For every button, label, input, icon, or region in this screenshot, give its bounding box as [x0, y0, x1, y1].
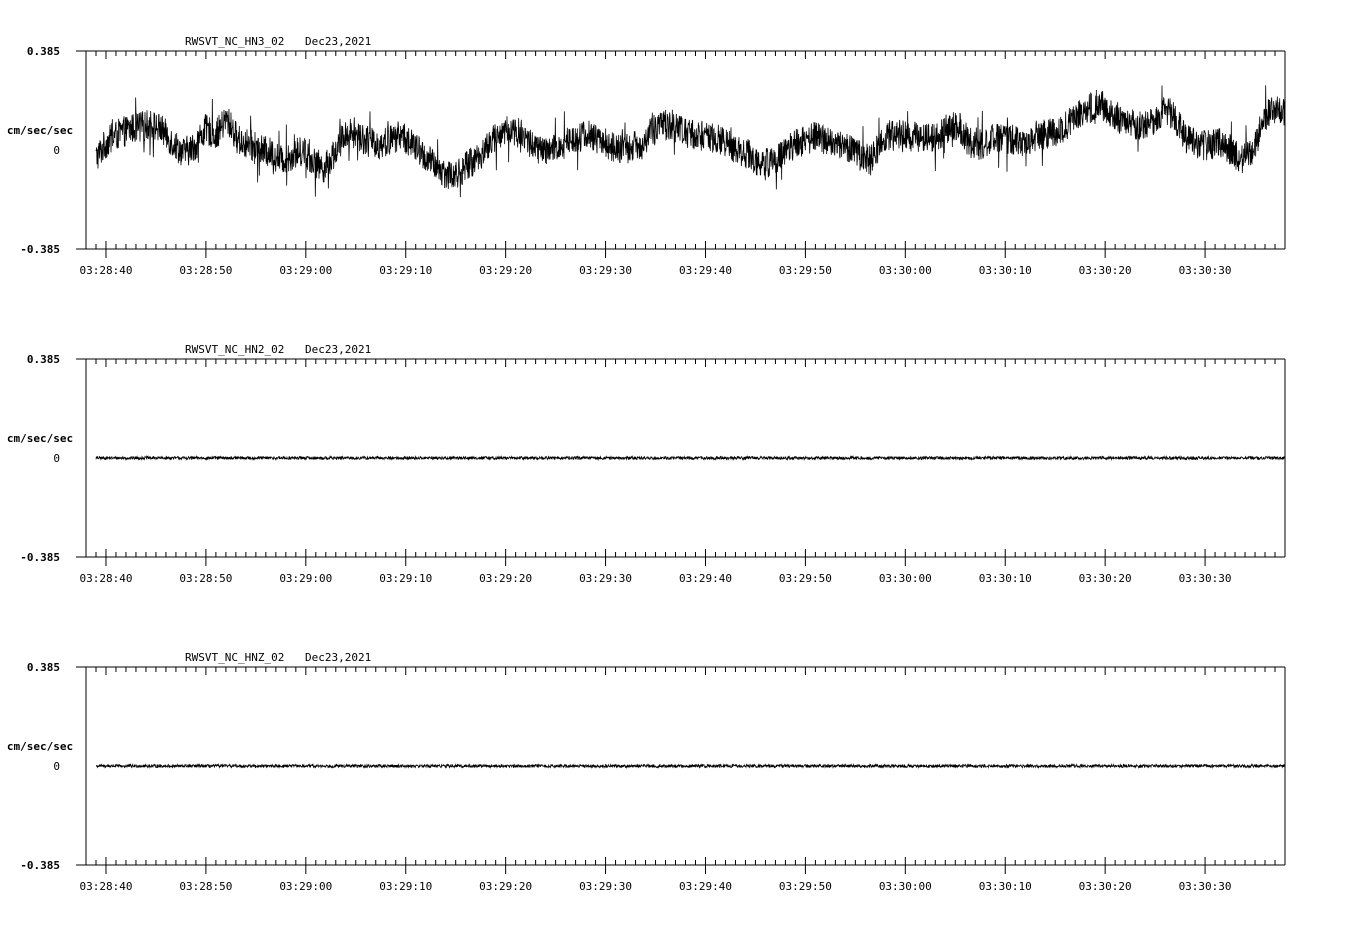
x-tick-label: 03:30:00 [879, 264, 932, 277]
x-tick-label: 03:29:20 [479, 572, 532, 585]
chart-panel-1: RWSVT_NC_HN3_02 Dec23,2021 0.385 0 -0.385 cm/… [7, 35, 1286, 277]
x-tick-label: 03:28:40 [79, 264, 132, 277]
chart-title: RWSVT_NC_HN2_02 [185, 343, 284, 356]
x-tick-label: 03:30:00 [879, 880, 932, 893]
y-tick-label-zero: 0 [53, 452, 60, 465]
trace-line [95, 762, 1286, 770]
y-tick-label-zero: 0 [53, 760, 60, 773]
x-tick-label: 03:29:30 [579, 572, 632, 585]
x-tick-label: 03:29:10 [379, 880, 432, 893]
seismogram-svg: RWSVT_NC_HN3_02 Dec23,2021 0.385 0 -0.385 cm/… [7, 35, 1286, 893]
x-tick-label: 03:30:30 [1179, 880, 1232, 893]
chart-title: RWSVT_NC_HN3_02 [185, 35, 284, 48]
x-tick-label: 03:30:20 [1079, 264, 1132, 277]
x-tick-label: 03:29:20 [479, 264, 532, 277]
x-tick-label: 03:30:00 [879, 572, 932, 585]
chart-date: Dec23,2021 [305, 651, 371, 664]
y-tick-label-zero: 0 [53, 144, 60, 157]
x-ticks [95, 667, 1276, 874]
y-tick-label-min: -0.385 [20, 551, 60, 564]
trace-line [95, 85, 1286, 198]
y-axis-label: cm/sec/sec [7, 740, 73, 753]
seismogram-figure: RWSVT_NC_HN3_02 Dec23,2021 0.385 0 -0.385 cm/… [0, 0, 1358, 924]
trace-line [95, 454, 1286, 462]
x-tick-label: 03:30:10 [979, 880, 1032, 893]
x-tick-label: 03:29:50 [779, 572, 832, 585]
x-tick-label: 03:28:40 [79, 880, 132, 893]
y-axis-label: cm/sec/sec [7, 432, 73, 445]
x-tick-label: 03:29:40 [679, 264, 732, 277]
x-tick-label: 03:29:50 [779, 880, 832, 893]
y-tick-label-max: 0.385 [27, 353, 60, 366]
chart-date: Dec23,2021 [305, 343, 371, 356]
x-tick-label: 03:29:30 [579, 264, 632, 277]
x-tick-label: 03:29:20 [479, 880, 532, 893]
chart-panel-3: RWSVT_NC_HNZ_02 Dec23,2021 0.385 0 -0.385 cm/… [7, 651, 1286, 893]
x-tick-label: 03:28:50 [179, 572, 232, 585]
x-tick-label: 03:29:30 [579, 880, 632, 893]
y-tick-label-max: 0.385 [27, 661, 60, 674]
y-axis-label: cm/sec/sec [7, 124, 73, 137]
x-tick-label: 03:29:00 [279, 880, 332, 893]
x-tick-label: 03:29:50 [779, 264, 832, 277]
x-tick-label: 03:30:30 [1179, 572, 1232, 585]
y-tick-label-min: -0.385 [20, 243, 60, 256]
x-tick-label: 03:28:50 [179, 880, 232, 893]
x-tick-label: 03:29:00 [279, 264, 332, 277]
x-tick-label: 03:28:40 [79, 572, 132, 585]
chart-date: Dec23,2021 [305, 35, 371, 48]
x-tick-label: 03:29:40 [679, 572, 732, 585]
chart-panel-2: RWSVT_NC_HN2_02 Dec23,2021 0.385 0 -0.385 cm/… [7, 343, 1286, 585]
x-tick-label: 03:29:10 [379, 572, 432, 585]
x-tick-label: 03:30:20 [1079, 880, 1132, 893]
y-tick-label-max: 0.385 [27, 45, 60, 58]
x-tick-label: 03:30:20 [1079, 572, 1132, 585]
x-ticks [95, 359, 1276, 566]
x-tick-label: 03:29:10 [379, 264, 432, 277]
x-tick-label: 03:30:10 [979, 572, 1032, 585]
chart-title: RWSVT_NC_HNZ_02 [185, 651, 284, 664]
x-tick-label: 03:29:40 [679, 880, 732, 893]
x-tick-label: 03:30:10 [979, 264, 1032, 277]
y-tick-label-min: -0.385 [20, 859, 60, 872]
x-tick-label: 03:28:50 [179, 264, 232, 277]
x-tick-label: 03:29:00 [279, 572, 332, 585]
x-tick-label: 03:30:30 [1179, 264, 1232, 277]
